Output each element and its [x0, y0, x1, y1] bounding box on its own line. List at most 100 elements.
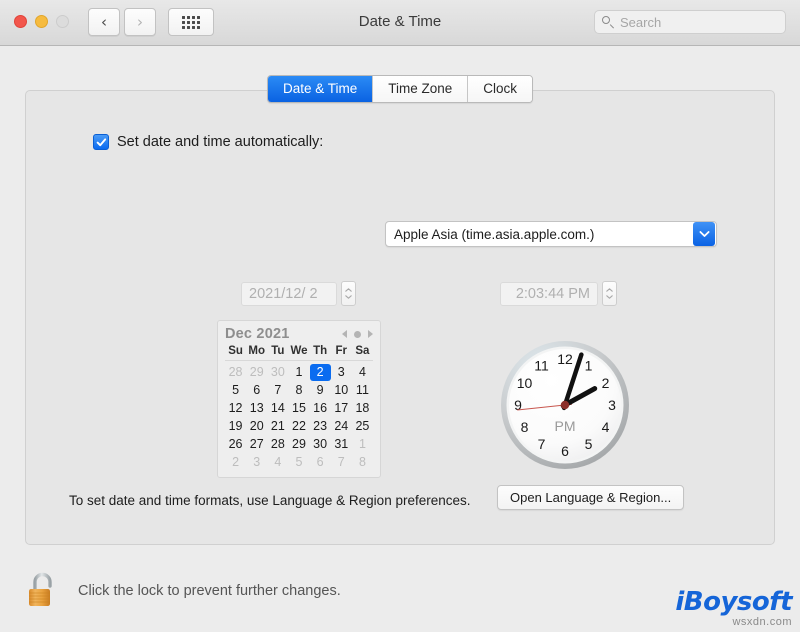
calendar-weekday: We: [290, 345, 308, 357]
svg-text:11: 11: [534, 358, 549, 374]
svg-text:PM: PM: [555, 418, 576, 434]
calendar-day[interactable]: 4: [352, 364, 373, 381]
calendar-day[interactable]: 30: [310, 436, 331, 453]
svg-text:3: 3: [608, 397, 616, 413]
chevron-down-icon[interactable]: [693, 222, 715, 246]
svg-text:5: 5: [585, 436, 593, 452]
calendar-day[interactable]: 15: [288, 400, 309, 417]
calendar-day[interactable]: 4: [267, 454, 288, 471]
calendar-day-selected[interactable]: 2: [309, 364, 331, 381]
calendar-day[interactable]: 28: [225, 364, 246, 381]
calendar-month-label: Dec 2021: [225, 326, 290, 342]
calendar-day[interactable]: 17: [331, 400, 352, 417]
tab-bar: Date & Time Time Zone Clock: [0, 75, 800, 103]
date-input[interactable]: 2021/12/ 2: [241, 281, 337, 306]
svg-text:7: 7: [538, 436, 546, 452]
search-field[interactable]: Search: [594, 10, 786, 34]
calendar-day[interactable]: 14: [267, 400, 288, 417]
calendar-weekday: Sa: [355, 345, 370, 357]
calendar-weekday: Mo: [248, 345, 266, 357]
calendar-header: Dec 2021: [225, 326, 373, 342]
calendar-day[interactable]: 30: [267, 364, 288, 381]
calendar-day[interactable]: 23: [310, 418, 331, 435]
tab-date-time[interactable]: Date & Time: [267, 76, 374, 102]
search-placeholder: Search: [620, 14, 662, 30]
calendar-day[interactable]: 11: [352, 382, 373, 399]
calendar-day[interactable]: 8: [288, 382, 309, 399]
calendar-day[interactable]: 12: [225, 400, 246, 417]
dot-icon: [354, 330, 361, 338]
calendar-day[interactable]: 5: [225, 382, 246, 399]
lock-message: Click the lock to prevent further change…: [78, 583, 341, 599]
calendar-day[interactable]: 6: [310, 454, 331, 471]
open-language-region-button[interactable]: Open Language & Region...: [497, 485, 685, 510]
calendar-day[interactable]: 19: [225, 418, 246, 435]
lock-open-icon[interactable]: [26, 570, 60, 612]
time-input[interactable]: 2:03:44 PM: [500, 281, 598, 306]
calendar-day[interactable]: 10: [331, 382, 352, 399]
calendar-grid: Su Mo Tu We Th Fr Sa 28 29 30 1 2 3 4 5 …: [225, 345, 373, 471]
calendar-day[interactable]: 1: [352, 436, 373, 453]
calendar-day[interactable]: 29: [246, 364, 267, 381]
time-server-dropdown[interactable]: Apple Asia (time.asia.apple.com.): [385, 221, 717, 247]
date-time-panel: Set date and time automatically: Apple A…: [25, 90, 775, 545]
calendar-day[interactable]: 31: [331, 436, 352, 453]
calendar-divider: [225, 360, 373, 361]
lock-row[interactable]: Click the lock to prevent further change…: [26, 570, 341, 612]
calendar-weekday: Th: [313, 345, 328, 357]
triangle-left-icon: [342, 330, 347, 338]
auto-time-row[interactable]: Set date and time automatically:: [93, 134, 323, 150]
date-stepper[interactable]: [341, 281, 356, 306]
search-icon: [602, 15, 615, 29]
calendar-day[interactable]: 7: [331, 454, 352, 471]
calendar-day[interactable]: 24: [331, 418, 352, 435]
time-server-value: Apple Asia (time.asia.apple.com.): [394, 226, 595, 242]
analog-clock: 12 1 2 3 4 5 6 7 8 9 10 11 PM: [498, 338, 632, 472]
calendar-day[interactable]: 9: [310, 382, 331, 399]
svg-text:12: 12: [557, 351, 573, 367]
formats-note: To set date and time formats, use Langua…: [69, 493, 471, 508]
calendar-day[interactable]: 3: [331, 364, 352, 381]
calendar-day[interactable]: 27: [246, 436, 267, 453]
tab-clock[interactable]: Clock: [468, 76, 533, 102]
svg-text:2: 2: [602, 375, 610, 391]
calendar-day[interactable]: 21: [267, 418, 288, 435]
svg-text:10: 10: [517, 375, 533, 391]
calendar-weekday: Su: [228, 345, 243, 357]
calendar-day[interactable]: 22: [288, 418, 309, 435]
calendar-nav: [342, 330, 373, 338]
svg-text:6: 6: [561, 443, 569, 459]
calendar-day[interactable]: 1: [288, 364, 309, 381]
calendar-day[interactable]: 29: [288, 436, 309, 453]
calendar-day[interactable]: 28: [267, 436, 288, 453]
calendar-day[interactable]: 26: [225, 436, 246, 453]
auto-time-label: Set date and time automatically:: [117, 134, 324, 150]
svg-text:8: 8: [521, 419, 529, 435]
calendar-day[interactable]: 8: [352, 454, 373, 471]
date-field-group: 2021/12/ 2: [241, 281, 356, 306]
calendar-widget[interactable]: Dec 2021 Su Mo Tu We Th Fr Sa 28 29 30 1…: [217, 320, 381, 478]
calendar-day[interactable]: 6: [246, 382, 267, 399]
calendar-day[interactable]: 13: [246, 400, 267, 417]
calendar-day[interactable]: 20: [246, 418, 267, 435]
calendar-weekday: Tu: [271, 345, 285, 357]
calendar-day[interactable]: 2: [225, 454, 246, 471]
time-stepper[interactable]: [602, 281, 617, 306]
auto-time-checkbox[interactable]: [93, 134, 109, 150]
svg-text:9: 9: [514, 397, 522, 413]
calendar-day[interactable]: 7: [267, 382, 288, 399]
calendar-day[interactable]: 3: [246, 454, 267, 471]
calendar-weekday: Fr: [335, 345, 348, 357]
time-field-group: 2:03:44 PM: [500, 281, 617, 306]
svg-text:1: 1: [585, 358, 593, 374]
calendar-day[interactable]: 25: [352, 418, 373, 435]
tab-time-zone[interactable]: Time Zone: [373, 76, 469, 102]
window-titlebar: ‹ › Date & Time Search: [0, 0, 800, 46]
svg-text:4: 4: [602, 419, 610, 435]
calendar-day[interactable]: 5: [288, 454, 309, 471]
calendar-day[interactable]: 16: [310, 400, 331, 417]
tab-strip: Date & Time Time Zone Clock: [266, 75, 534, 103]
watermark: iBoysoft wsxdn.com: [675, 589, 792, 628]
calendar-day[interactable]: 18: [352, 400, 373, 417]
watermark-subtext: wsxdn.com: [732, 616, 792, 628]
